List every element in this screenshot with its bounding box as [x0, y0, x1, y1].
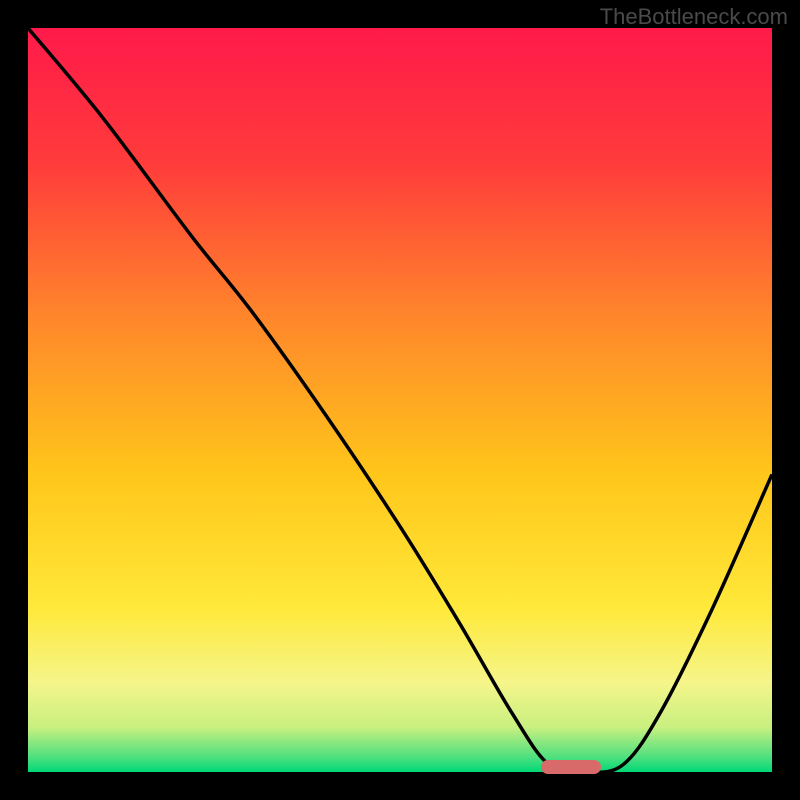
optimal-marker: [541, 760, 601, 774]
watermark-text: TheBottleneck.com: [600, 4, 788, 30]
curve-overlay: [28, 28, 772, 772]
chart-container: TheBottleneck.com: [0, 0, 800, 800]
bottleneck-curve: [28, 28, 772, 772]
plot-area: [28, 28, 772, 772]
